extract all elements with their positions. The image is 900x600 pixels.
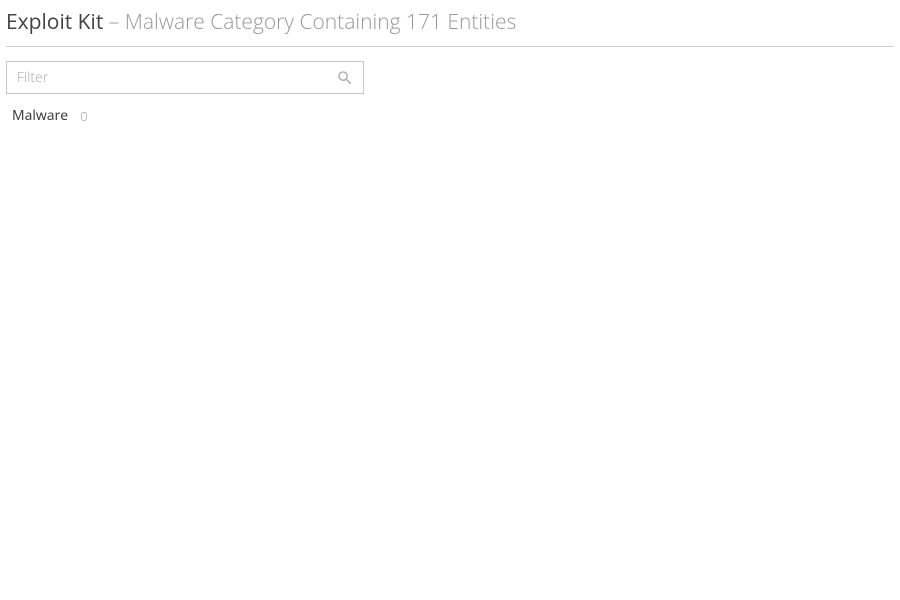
page-header: Exploit Kit – Malware Category Containin… [6, 8, 894, 47]
filter-container [6, 61, 364, 94]
page-title: Exploit Kit [6, 8, 103, 36]
page-title-separator: – [103, 8, 124, 36]
category-count: 0 [80, 107, 87, 125]
category-row[interactable]: Malware 0 [6, 104, 894, 127]
page-subtitle: Malware Category Containing 171 Entities [125, 8, 517, 36]
category-label: Malware [12, 106, 68, 125]
filter-input[interactable] [6, 61, 364, 94]
